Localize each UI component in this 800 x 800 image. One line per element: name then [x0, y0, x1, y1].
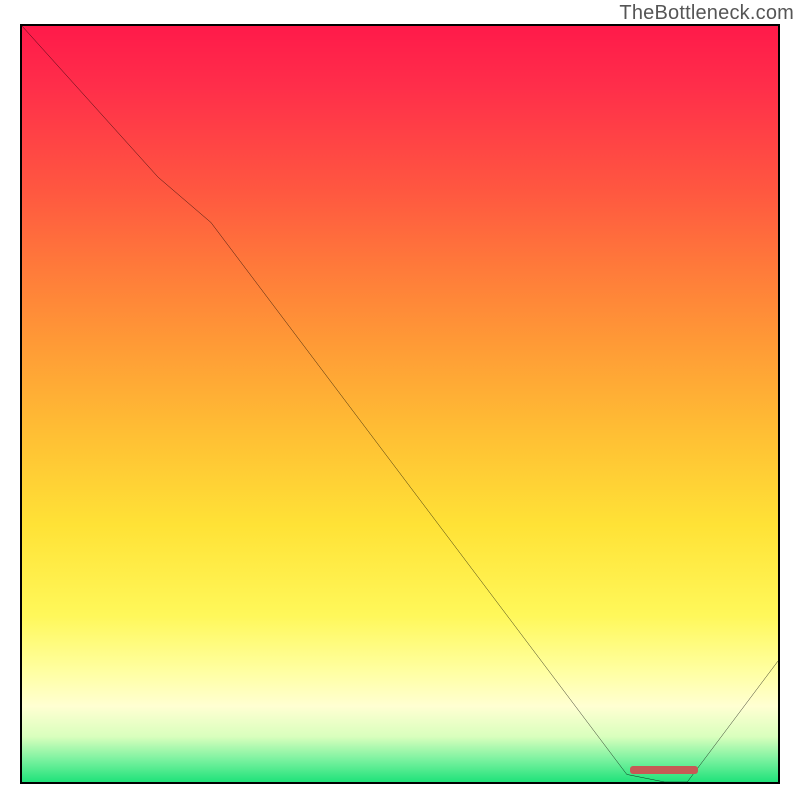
- watermark-label: TheBottleneck.com: [619, 2, 794, 25]
- optimal-range-marker: [630, 766, 698, 774]
- plot-area: [20, 24, 780, 784]
- bottleneck-curve: [22, 26, 778, 782]
- chart-container: TheBottleneck.com: [0, 0, 800, 800]
